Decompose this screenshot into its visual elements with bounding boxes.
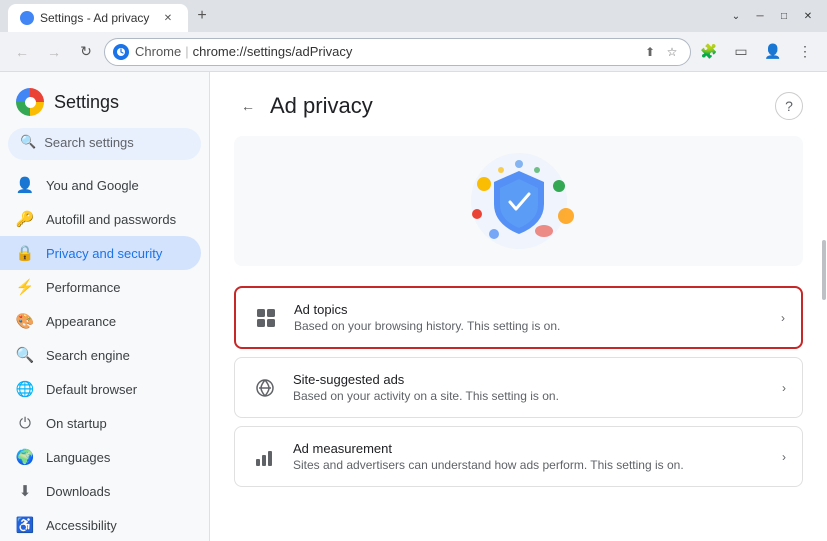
sidebar-item-you-and-google[interactable]: 👤 You and Google bbox=[0, 168, 201, 202]
profile-button[interactable]: 👤 bbox=[759, 38, 787, 66]
ad-topics-desc: Based on your browsing history. This set… bbox=[294, 319, 767, 333]
maximize-button[interactable]: □ bbox=[773, 5, 795, 27]
new-tab-button[interactable]: + bbox=[188, 2, 216, 30]
tab-close-button[interactable]: ✕ bbox=[160, 10, 176, 26]
ad-measurement-content: Ad measurement Sites and advertisers can… bbox=[293, 441, 768, 472]
ad-topics-item[interactable]: Ad topics Based on your browsing history… bbox=[234, 286, 803, 349]
illustration-svg bbox=[429, 146, 609, 256]
site-suggested-ads-content: Site-suggested ads Based on your activit… bbox=[293, 372, 768, 403]
tab-title: Settings - Ad privacy bbox=[40, 11, 154, 25]
page-header-left: ← Ad privacy bbox=[234, 92, 373, 120]
privacy-icon: 🔒 bbox=[16, 244, 34, 262]
main-layout: Settings 🔍 Search settings 👤 You and Goo… bbox=[0, 72, 827, 541]
sidebar-item-languages[interactable]: 🌍 Languages bbox=[0, 440, 201, 474]
sidebar-item-label: Downloads bbox=[46, 484, 110, 499]
titlebar-left: Settings - Ad privacy ✕ + bbox=[8, 2, 725, 30]
address-text: Chrome | chrome://settings/adPrivacy bbox=[135, 44, 634, 59]
sidebar-item-autofill[interactable]: 🔑 Autofill and passwords bbox=[0, 202, 201, 236]
sidebar-item-label: On startup bbox=[46, 416, 107, 431]
site-info-icon[interactable] bbox=[113, 44, 129, 60]
sidebar-item-appearance[interactable]: 🎨 Appearance bbox=[0, 304, 201, 338]
page-title: Ad privacy bbox=[270, 93, 373, 119]
you-and-google-icon: 👤 bbox=[16, 176, 34, 194]
sidebar: Settings 🔍 Search settings 👤 You and Goo… bbox=[0, 72, 210, 541]
sidebar-item-performance[interactable]: ⚡ Performance bbox=[0, 270, 201, 304]
browser-toolbar: ← → ↻ Chrome | chrome://settings/adPriva… bbox=[0, 32, 827, 72]
ad-measurement-title: Ad measurement bbox=[293, 441, 768, 456]
address-actions: ⬆ ☆ bbox=[640, 42, 682, 62]
sidebar-item-label: Autofill and passwords bbox=[46, 212, 176, 227]
reload-button[interactable]: ↻ bbox=[72, 38, 100, 66]
sidebar-item-on-startup[interactable]: ⏻ On startup bbox=[0, 406, 201, 440]
address-url: chrome://settings/adPrivacy bbox=[193, 44, 353, 59]
close-button[interactable]: ✕ bbox=[797, 5, 819, 27]
search-engine-icon: 🔍 bbox=[16, 346, 34, 364]
back-button[interactable]: ← bbox=[8, 38, 36, 66]
ad-topics-content: Ad topics Based on your browsing history… bbox=[294, 302, 767, 333]
site-suggested-ads-desc: Based on your activity on a site. This s… bbox=[293, 389, 768, 403]
search-placeholder: Search settings bbox=[44, 135, 134, 150]
ad-topics-title: Ad topics bbox=[294, 302, 767, 317]
languages-icon: 🌍 bbox=[16, 448, 34, 466]
sidebar-header: Settings bbox=[0, 80, 209, 128]
ad-topics-arrow: › bbox=[781, 311, 785, 325]
address-brand: Chrome bbox=[135, 44, 181, 59]
sidebar-item-label: Languages bbox=[46, 450, 110, 465]
sidebar-item-downloads[interactable]: ⬇ Downloads bbox=[0, 474, 201, 508]
address-bar[interactable]: Chrome | chrome://settings/adPrivacy ⬆ ☆ bbox=[104, 38, 691, 66]
search-bar[interactable]: 🔍 Search settings bbox=[8, 128, 201, 160]
default-browser-icon: 🌐 bbox=[16, 380, 34, 398]
sidebar-item-label: Performance bbox=[46, 280, 120, 295]
help-button[interactable]: ? bbox=[775, 92, 803, 120]
ad-privacy-illustration bbox=[234, 136, 803, 266]
site-suggested-ads-icon bbox=[251, 374, 279, 402]
sidebar-item-label: Default browser bbox=[46, 382, 137, 397]
chevron-down-button[interactable]: ⌄ bbox=[725, 5, 747, 27]
sidebar-title: Settings bbox=[54, 92, 119, 113]
active-tab[interactable]: Settings - Ad privacy ✕ bbox=[8, 4, 188, 32]
chrome-logo bbox=[16, 88, 44, 116]
sidebar-item-label: Accessibility bbox=[46, 518, 117, 533]
sidebar-item-label: Search engine bbox=[46, 348, 130, 363]
sidebar-item-default-browser[interactable]: 🌐 Default browser bbox=[0, 372, 201, 406]
ad-topics-icon bbox=[252, 304, 280, 332]
sidebar-item-label: You and Google bbox=[46, 178, 139, 193]
autofill-icon: 🔑 bbox=[16, 210, 34, 228]
appearance-icon: 🎨 bbox=[16, 312, 34, 330]
performance-icon: ⚡ bbox=[16, 278, 34, 296]
address-separator: | bbox=[185, 44, 188, 59]
titlebar: Settings - Ad privacy ✕ + ⌄ ─ □ ✕ bbox=[0, 0, 827, 32]
sidebar-item-label: Appearance bbox=[46, 314, 116, 329]
back-navigation-button[interactable]: ← bbox=[234, 92, 262, 120]
minimize-button[interactable]: ─ bbox=[749, 5, 771, 27]
site-suggested-ads-item[interactable]: Site-suggested ads Based on your activit… bbox=[234, 357, 803, 418]
page-header: ← Ad privacy ? bbox=[234, 92, 803, 120]
downloads-icon: ⬇ bbox=[16, 482, 34, 500]
accessibility-icon: ♿ bbox=[16, 516, 34, 534]
sidebar-item-accessibility[interactable]: ♿ Accessibility bbox=[0, 508, 201, 541]
on-startup-icon: ⏻ bbox=[16, 414, 34, 432]
cast-button[interactable]: ▭ bbox=[727, 38, 755, 66]
toolbar-right: 🧩 ▭ 👤 ⋮ bbox=[695, 38, 819, 66]
sidebar-item-label: Privacy and security bbox=[46, 246, 162, 261]
ad-measurement-item[interactable]: Ad measurement Sites and advertisers can… bbox=[234, 426, 803, 487]
forward-button[interactable]: → bbox=[40, 38, 68, 66]
bookmark-button[interactable]: ☆ bbox=[662, 42, 682, 62]
ad-measurement-arrow: › bbox=[782, 450, 786, 464]
ad-measurement-icon bbox=[251, 443, 279, 471]
extensions-button[interactable]: 🧩 bbox=[695, 38, 723, 66]
sidebar-item-privacy[interactable]: 🔒 Privacy and security bbox=[0, 236, 201, 270]
content-area: ← Ad privacy ? bbox=[210, 72, 827, 541]
share-button[interactable]: ⬆ bbox=[640, 42, 660, 62]
sidebar-item-search-engine[interactable]: 🔍 Search engine bbox=[0, 338, 201, 372]
site-suggested-ads-title: Site-suggested ads bbox=[293, 372, 768, 387]
search-icon: 🔍 bbox=[20, 134, 36, 150]
window-controls: ⌄ ─ □ ✕ bbox=[725, 5, 819, 27]
menu-button[interactable]: ⋮ bbox=[791, 38, 819, 66]
site-suggested-ads-arrow: › bbox=[782, 381, 786, 395]
ad-measurement-desc: Sites and advertisers can understand how… bbox=[293, 458, 768, 472]
tab-favicon bbox=[20, 11, 34, 25]
